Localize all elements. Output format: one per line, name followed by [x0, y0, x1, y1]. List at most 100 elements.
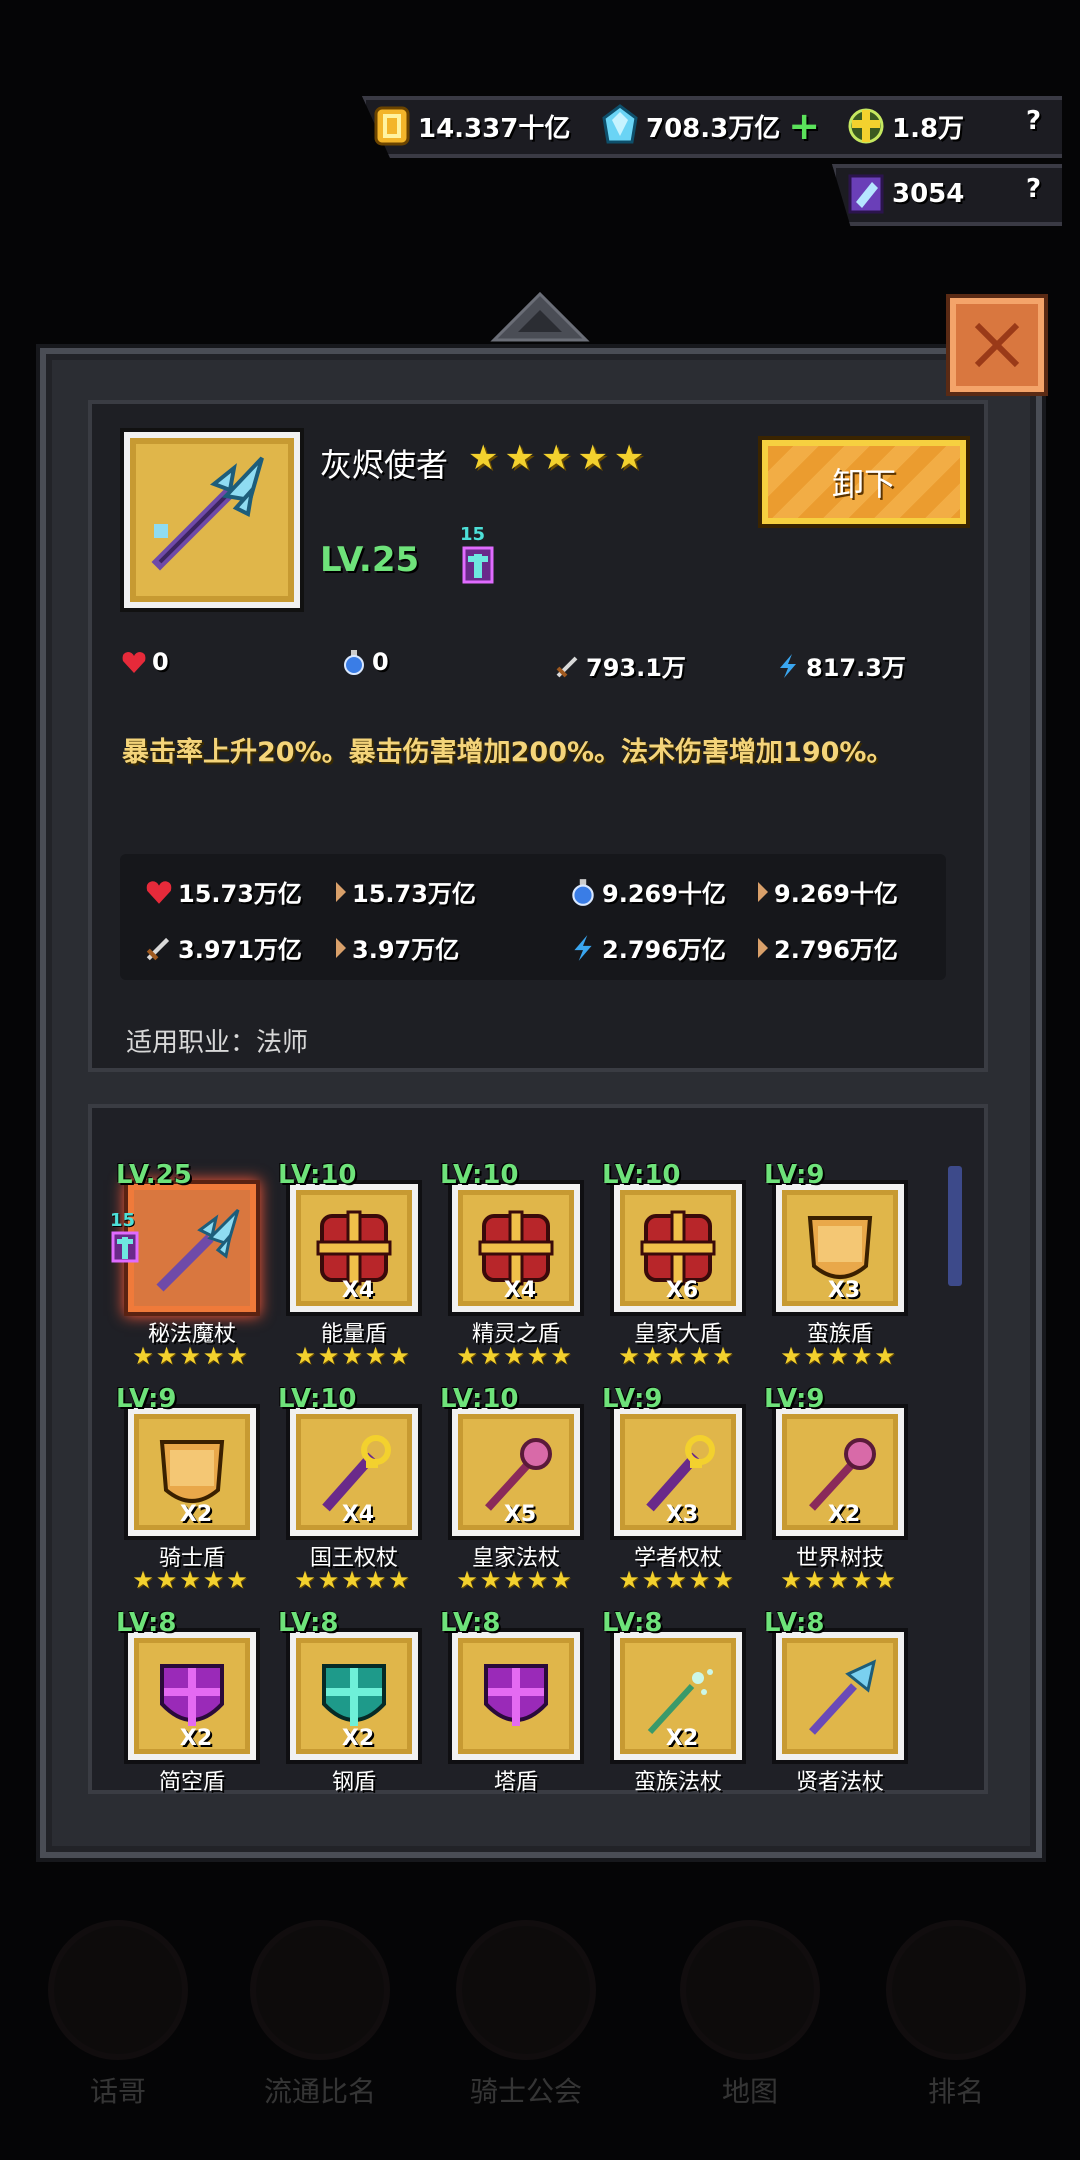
item-name: 灰烬使者 [320, 446, 449, 484]
stat-hp: 0 [120, 648, 169, 676]
item-stars: ★★★★★ [468, 438, 651, 478]
inventory-slot[interactable]: LV:9 X2 世界树技 ★★★★★ [764, 1384, 928, 1614]
bonus-attack-next: 3.97万亿 [334, 930, 459, 965]
slot-quantity: X6 [665, 1278, 699, 1303]
diamond-value: 708.3万亿 [646, 113, 781, 144]
slot-rune-badge: 15 [110, 1210, 146, 1270]
inventory-slot[interactable]: LV:10 X4 精灵之盾 ★★★★★ [440, 1160, 604, 1390]
slot-level: LV:8 [440, 1608, 501, 1638]
slot-level: LV:9 [764, 1384, 825, 1414]
cross-value: 1.8万 [892, 113, 965, 144]
slot-level: LV:10 [440, 1384, 519, 1414]
slot-item-name: 钢盾 [331, 1770, 376, 1794]
inventory-slot[interactable]: LV:9 X3 蛮族盾 ★★★★★ [764, 1160, 928, 1390]
gold-counter: 14.337十亿 [372, 104, 570, 148]
slot-item-name: 简空盾 [158, 1770, 225, 1794]
slot-stars: ★★★★★ [132, 1342, 250, 1370]
mana-potion-icon [572, 878, 594, 906]
stat-magic: 817.3万 [774, 648, 906, 683]
slot-quantity: X3 [665, 1502, 699, 1527]
cross-help-button[interactable]: ? [1026, 106, 1041, 136]
slot-stars: ★★★★★ [456, 1566, 574, 1594]
slot-stars: ★★★★★ [294, 1342, 412, 1370]
sword-icon [146, 937, 170, 960]
slot-level: LV:9 [602, 1384, 663, 1414]
slot-item-frame[interactable] [776, 1632, 904, 1760]
close-button[interactable] [950, 298, 1044, 392]
equipped-item-frame [124, 432, 300, 608]
bg-nav-item: 排名 [886, 1920, 1026, 2110]
bonus-magic-next: 2.796万亿 [756, 930, 898, 965]
gold-value: 14.337十亿 [418, 113, 571, 144]
inventory-slot[interactable]: LV:10 X4 国王权杖 ★★★★★ [278, 1384, 442, 1614]
slot-quantity: X4 [341, 1502, 375, 1527]
slot-quantity: X2 [827, 1502, 861, 1527]
inventory-slot[interactable]: LV:9 X2 骑士盾 ★★★★★ [116, 1384, 280, 1614]
slot-level: LV:8 [764, 1608, 825, 1638]
crystal-icon [848, 174, 884, 214]
slot-quantity: X2 [665, 1726, 699, 1751]
rune-icon [111, 1231, 139, 1263]
lightning-icon [780, 653, 796, 678]
trident-staff-icon [151, 456, 264, 571]
inventory-slot[interactable]: LV:10 X6 皇家大盾 ★★★★★ [602, 1160, 766, 1390]
gold-coin-icon [374, 106, 410, 146]
inventory-slot[interactable]: LV:10 X5 皇家法杖 ★★★★★ [440, 1384, 604, 1614]
slot-quantity: X3 [827, 1278, 861, 1303]
slot-level: LV:8 [278, 1608, 339, 1638]
arrow-right-icon [758, 881, 768, 902]
bonus-mana-next: 9.269十亿 [756, 874, 898, 909]
bg-nav-item: 流通比名 [250, 1920, 390, 2110]
slot-quantity: X4 [503, 1278, 537, 1303]
rune-icon [462, 546, 494, 584]
bg-nav-item: 话哥 [48, 1920, 188, 2110]
slot-item-name: 塔盾 [493, 1770, 538, 1794]
arrow-right-icon [336, 881, 346, 902]
slot-quantity: X4 [341, 1278, 375, 1303]
close-icon [974, 322, 1020, 368]
inventory-slot[interactable]: LV:8 塔盾 [440, 1608, 604, 1794]
add-diamond-button[interactable]: + [788, 104, 820, 148]
bonus-mana: 9.269十亿 [568, 874, 726, 909]
inventory-slot[interactable]: LV.25 15 秘法魔杖 ★★★★★ [110, 1160, 280, 1390]
slot-item-name: 贤者法杖 [795, 1770, 884, 1794]
unequip-button[interactable]: 卸下 [762, 440, 966, 524]
slot-level: LV:10 [278, 1384, 357, 1414]
bonus-hp-next: 15.73万亿 [334, 874, 476, 909]
arrow-right-icon [758, 937, 768, 958]
arrow-right-icon [336, 937, 346, 958]
slot-level: LV:10 [278, 1160, 357, 1190]
applicable-class: 适用职业：法师 [126, 1028, 309, 1058]
inventory-slot[interactable]: LV:8 X2 钢盾 [278, 1608, 442, 1794]
slot-stars: ★★★★★ [618, 1566, 736, 1594]
stat-attack: 793.1万 [554, 648, 686, 683]
panel-crest-ornament [490, 292, 590, 342]
mana-potion-icon [344, 650, 364, 675]
inventory-slot[interactable]: LV:8 X2 蛮族法杖 [602, 1608, 766, 1794]
slot-stars: ★★★★★ [132, 1566, 250, 1594]
slot-level: LV:9 [116, 1384, 177, 1414]
axe-staff-icon [809, 1659, 877, 1735]
inventory-slot[interactable]: LV:9 X3 学者权杖 ★★★★★ [602, 1384, 766, 1614]
bonus-hp: 15.73万亿 [144, 874, 302, 909]
crystal-counter: 3054 [846, 172, 964, 216]
bonus-attack: 3.971万亿 [144, 930, 302, 965]
slot-level: LV:10 [440, 1160, 519, 1190]
slot-item-frame[interactable] [128, 1184, 256, 1312]
slot-quantity: X5 [503, 1502, 537, 1527]
sword-icon [556, 656, 578, 677]
stat-mana: 0 [340, 648, 389, 676]
bg-nav-item: 地图 [680, 1920, 820, 2110]
trident-staff-icon [156, 1208, 240, 1292]
slot-level: LV:10 [602, 1160, 681, 1190]
inventory-slot[interactable]: LV:10 X4 能量盾 ★★★★★ [278, 1160, 442, 1390]
slot-item-frame[interactable] [452, 1632, 580, 1760]
slot-stars: ★★★★★ [456, 1342, 574, 1370]
inventory-slot[interactable]: LV:8 X2 简空盾 [116, 1608, 280, 1794]
bonus-magic: 2.796万亿 [568, 930, 726, 965]
crystal-help-button[interactable]: ? [1026, 174, 1041, 204]
diamond-counter: 708.3万亿 + [600, 104, 820, 148]
heart-icon [146, 880, 172, 904]
inventory-slot[interactable]: LV:8 贤者法杖 [764, 1608, 928, 1794]
slot-level: LV:9 [764, 1160, 825, 1190]
